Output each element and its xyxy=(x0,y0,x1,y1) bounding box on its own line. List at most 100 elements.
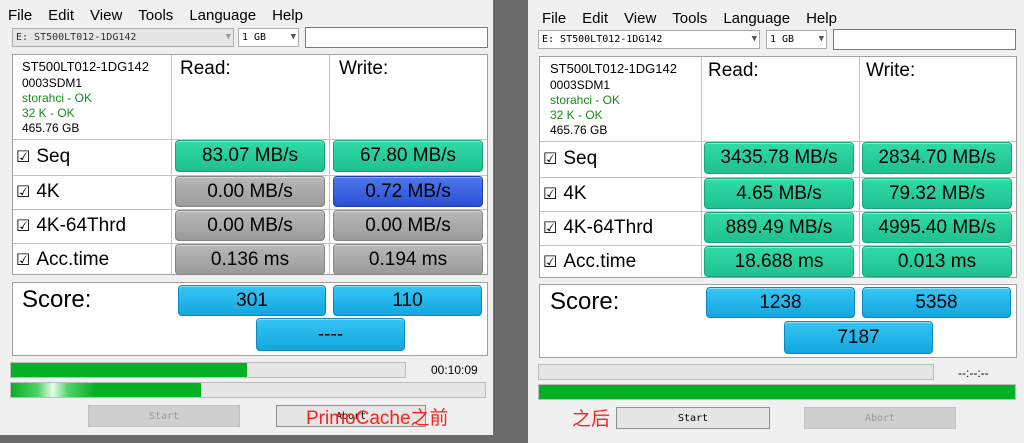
test-size-select[interactable]: 1 GB ▼ xyxy=(238,28,299,47)
row-seq[interactable]: ☑ Seq xyxy=(16,142,70,172)
row-label: 4K-64Thrd xyxy=(563,217,654,238)
acc-time-write-result: 0.194 ms xyxy=(333,244,483,275)
progress-fill xyxy=(11,363,248,377)
drive-select[interactable]: E: ST500LT012-1DG142 ▼ xyxy=(538,30,760,49)
menu-edit[interactable]: Edit xyxy=(574,9,616,29)
drive-info: ST500LT012-1DG142 0003SDM1 storahci - OK… xyxy=(550,60,677,138)
score-total: ---- xyxy=(256,318,405,351)
start-button[interactable]: Start xyxy=(616,407,770,429)
menu-tools[interactable]: Tools xyxy=(664,9,715,29)
checkbox-checked-icon[interactable]: ☑ xyxy=(16,182,30,202)
comment-input[interactable] xyxy=(305,27,488,48)
seq-read-result: 83.07 MB/s xyxy=(175,140,325,172)
score-write: 110 xyxy=(333,285,482,316)
drive-select[interactable]: E: ST500LT012-1DG142 ▼ xyxy=(12,28,234,47)
test-size-value: 1 GB xyxy=(770,34,795,45)
acc-time-read-result: 18.688 ms xyxy=(704,246,854,277)
benchmark-window-after: File Edit View Tools Language Help E: ST… xyxy=(528,0,1024,443)
row-acc-time[interactable]: ☑ Acc.time xyxy=(543,247,636,277)
checkbox-checked-icon[interactable]: ☑ xyxy=(543,252,557,272)
chevron-down-icon: ▼ xyxy=(818,34,824,44)
menu-help[interactable]: Help xyxy=(798,9,845,29)
read-column-header: Read: xyxy=(180,58,231,79)
menu-file[interactable]: File xyxy=(528,9,574,29)
row-4k-64thrd[interactable]: ☑ 4K-64Thrd xyxy=(16,211,126,241)
row-label: Acc.time xyxy=(36,249,110,270)
menu-language[interactable]: Language xyxy=(715,9,798,29)
score-read: 1238 xyxy=(706,287,855,318)
acc-time-write-result: 0.013 ms xyxy=(862,246,1012,277)
drive-select-value: E: ST500LT012-1DG142 xyxy=(542,34,663,45)
test-size-select[interactable]: 1 GB ▼ xyxy=(766,30,827,49)
checkbox-checked-icon[interactable]: ☑ xyxy=(16,250,30,270)
menu-tools[interactable]: Tools xyxy=(130,6,181,26)
seq-write-result: 2834.70 MB/s xyxy=(862,142,1012,174)
row-acc-time[interactable]: ☑ Acc.time xyxy=(16,245,109,275)
4k64-read-result: 0.00 MB/s xyxy=(175,210,325,241)
row-label: Seq xyxy=(36,146,71,167)
menu-file[interactable]: File xyxy=(0,6,40,26)
menu-view[interactable]: View xyxy=(616,9,664,29)
menu-help[interactable]: Help xyxy=(264,6,311,26)
drive-firmware: 0003SDM1 xyxy=(22,76,83,90)
column-divider xyxy=(859,57,860,277)
menu-edit[interactable]: Edit xyxy=(40,6,82,26)
checkbox-checked-icon[interactable]: ☑ xyxy=(543,149,557,169)
menu-bar: File Edit View Tools Language Help xyxy=(0,6,311,26)
elapsed-timer: 00:10:09 xyxy=(431,363,478,377)
drive-capacity: 465.76 GB xyxy=(550,123,608,137)
row-seq[interactable]: ☑ Seq xyxy=(543,144,597,174)
score-read: 301 xyxy=(178,285,326,316)
comment-input[interactable] xyxy=(833,29,1016,50)
benchmark-window-before: File Edit View Tools Language Help E: ST… xyxy=(0,0,493,435)
4k-read-result: 0.00 MB/s xyxy=(175,176,325,207)
progress-bar-sub xyxy=(10,382,486,398)
seq-read-result: 3435.78 MB/s xyxy=(704,142,854,174)
row-4k-64thrd[interactable]: ☑ 4K-64Thrd xyxy=(543,213,653,243)
column-divider xyxy=(329,55,330,274)
progress-fill xyxy=(11,383,201,397)
score-label: Score: xyxy=(22,286,92,313)
score-total: 7187 xyxy=(784,321,933,354)
annotation-before: PrimoCache之前 xyxy=(306,408,449,429)
row-label: Seq xyxy=(563,148,598,169)
drive-info: ST500LT012-1DG142 0003SDM1 storahci - OK… xyxy=(22,58,149,136)
row-4k[interactable]: ☑ 4K xyxy=(16,177,60,207)
row-4k[interactable]: ☑ 4K xyxy=(543,179,587,209)
score-label: Score: xyxy=(550,288,620,315)
alignment-status: 32 K - OK xyxy=(22,106,75,120)
row-label: 4K xyxy=(36,181,60,202)
4k64-read-result: 889.49 MB/s xyxy=(704,212,854,243)
read-column-header: Read: xyxy=(708,60,759,81)
write-column-header: Write: xyxy=(866,60,916,81)
driver-status: storahci - OK xyxy=(550,93,621,107)
4k-write-result: 0.72 MB/s xyxy=(333,176,483,207)
checkbox-checked-icon[interactable]: ☑ xyxy=(16,216,30,236)
chevron-down-icon: ▼ xyxy=(225,32,231,42)
acc-time-read-result: 0.136 ms xyxy=(175,244,325,275)
menu-language[interactable]: Language xyxy=(181,6,264,26)
checkbox-checked-icon[interactable]: ☑ xyxy=(543,218,557,238)
test-size-value: 1 GB xyxy=(242,32,267,43)
drive-model: ST500LT012-1DG142 xyxy=(22,59,149,74)
menu-view[interactable]: View xyxy=(82,6,130,26)
progress-fill xyxy=(539,385,1015,399)
progress-bar-sub xyxy=(538,384,1016,400)
alignment-status: 32 K - OK xyxy=(550,108,603,122)
start-button[interactable]: Start xyxy=(88,405,240,427)
4k-write-result: 79.32 MB/s xyxy=(862,178,1012,209)
progress-bar-main xyxy=(538,364,934,380)
checkbox-checked-icon[interactable]: ☑ xyxy=(16,147,30,167)
progress-bar-main xyxy=(10,362,406,378)
driver-status: storahci - OK xyxy=(22,91,93,105)
score-write: 5358 xyxy=(862,287,1011,318)
4k64-write-result: 0.00 MB/s xyxy=(333,210,483,241)
row-label: 4K xyxy=(563,183,587,204)
4k-read-result: 4.65 MB/s xyxy=(704,178,854,209)
abort-button[interactable]: Abort xyxy=(804,407,956,429)
annotation-after: 之后 xyxy=(572,409,611,430)
write-column-header: Write: xyxy=(339,58,389,79)
checkbox-checked-icon[interactable]: ☑ xyxy=(543,184,557,204)
seq-write-result: 67.80 MB/s xyxy=(333,140,483,172)
drive-select-value: E: ST500LT012-1DG142 xyxy=(16,32,137,43)
